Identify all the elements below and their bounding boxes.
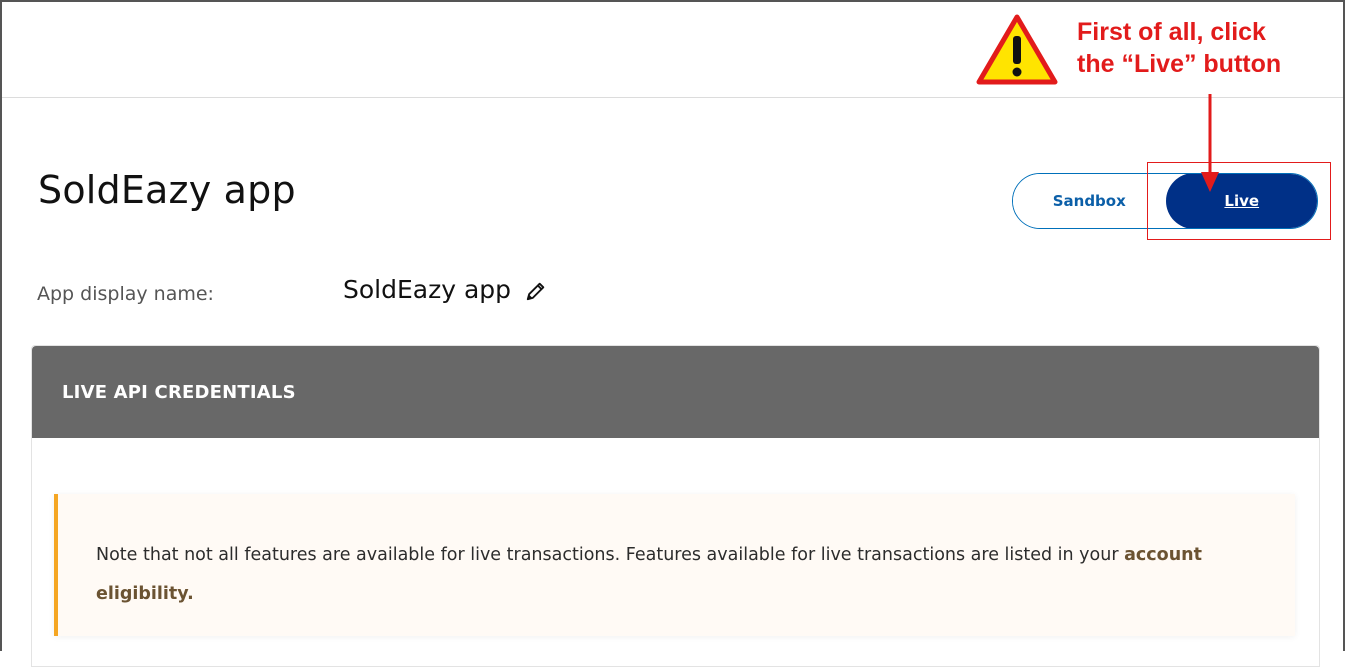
live-credentials-card: LIVE API CREDENTIALS Note that not all f…	[31, 345, 1320, 667]
eligibility-notice: Note that not all features are available…	[54, 494, 1295, 636]
notice-text: Note that not all features are available…	[96, 545, 1125, 565]
annotation-line-1: First of all, click	[1077, 18, 1266, 46]
warning-icon	[976, 14, 1058, 85]
display-name-text: SoldEazy app	[343, 275, 512, 304]
annotation-text: First of all, click the “Live” button	[1077, 16, 1281, 80]
display-name-label: App display name:	[37, 283, 214, 305]
pencil-icon[interactable]	[525, 279, 547, 301]
instruction-annotation: First of all, click the “Live” button	[976, 12, 1306, 102]
sandbox-button[interactable]: Sandbox	[1013, 174, 1166, 228]
live-button-highlight	[1147, 162, 1331, 240]
page-title: SoldEazy app	[38, 168, 296, 212]
annotation-arrow	[1201, 94, 1219, 192]
card-header: LIVE API CREDENTIALS	[32, 346, 1319, 438]
annotation-line-2: the “Live” button	[1077, 50, 1282, 78]
display-name-value: SoldEazy app	[343, 275, 547, 304]
notice-text-block: Note that not all features are available…	[96, 536, 1295, 614]
